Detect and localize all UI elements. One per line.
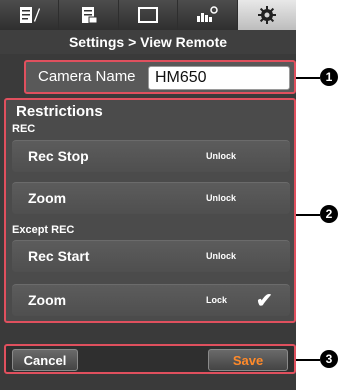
restriction-label: Rec Stop bbox=[28, 148, 89, 164]
save-button[interactable]: Save bbox=[208, 349, 288, 371]
section-label-rec: REC bbox=[12, 123, 36, 135]
gear-icon bbox=[257, 6, 276, 24]
monitor-icon bbox=[138, 7, 159, 23]
tab-settings[interactable] bbox=[237, 0, 297, 30]
restriction-state: Unlock bbox=[206, 193, 237, 203]
restrictions-title: Restrictions bbox=[16, 103, 103, 120]
tab-monitor[interactable] bbox=[118, 0, 179, 30]
tab-camera-settings[interactable] bbox=[178, 0, 238, 30]
restriction-state: Unlock bbox=[206, 151, 237, 161]
restriction-row-rec-stop[interactable]: Rec Stop Unlock bbox=[12, 140, 290, 172]
restrictions-panel: Restrictions REC Rec Stop Unlock Zoom Un… bbox=[4, 98, 296, 323]
camera-name-label: Camera Name bbox=[38, 68, 136, 85]
page-title: Settings > View Remote bbox=[0, 30, 296, 54]
camera-name-section: Camera Name bbox=[24, 60, 296, 94]
callout-line-2 bbox=[296, 214, 320, 216]
checkmark-icon: ✔ bbox=[256, 290, 273, 312]
callout-line-3 bbox=[296, 359, 320, 361]
tab-clip-list[interactable] bbox=[59, 0, 119, 30]
restriction-row-rec-zoom[interactable]: Zoom Unlock bbox=[12, 182, 290, 214]
camera-settings-icon bbox=[197, 6, 219, 22]
restriction-state: Unlock bbox=[206, 251, 237, 261]
restriction-row-rec-start[interactable]: Rec Start Unlock bbox=[12, 240, 290, 272]
callout-line-1 bbox=[296, 77, 320, 79]
restriction-label: Zoom bbox=[28, 292, 67, 308]
callout-badge-1: 1 bbox=[320, 68, 338, 86]
restriction-label: Rec Start bbox=[28, 248, 90, 264]
camera-name-input[interactable] bbox=[148, 66, 290, 90]
edit-list-icon bbox=[20, 7, 41, 23]
restriction-label: Zoom bbox=[28, 190, 67, 206]
tab-bar bbox=[0, 0, 297, 30]
action-bar: Cancel Save bbox=[4, 344, 296, 374]
restriction-row-except-zoom[interactable]: Zoom Lock ✔ bbox=[12, 284, 290, 316]
clip-list-icon bbox=[81, 7, 98, 24]
callout-badge-2: 2 bbox=[320, 205, 338, 223]
tab-edit-list[interactable] bbox=[0, 0, 60, 30]
restriction-state: Lock bbox=[206, 295, 228, 305]
section-label-except-rec: Except REC bbox=[12, 224, 75, 236]
settings-screen: Settings > View Remote Camera Name Restr… bbox=[0, 0, 297, 390]
callout-badge-3: 3 bbox=[320, 350, 338, 368]
cancel-button[interactable]: Cancel bbox=[12, 349, 78, 371]
